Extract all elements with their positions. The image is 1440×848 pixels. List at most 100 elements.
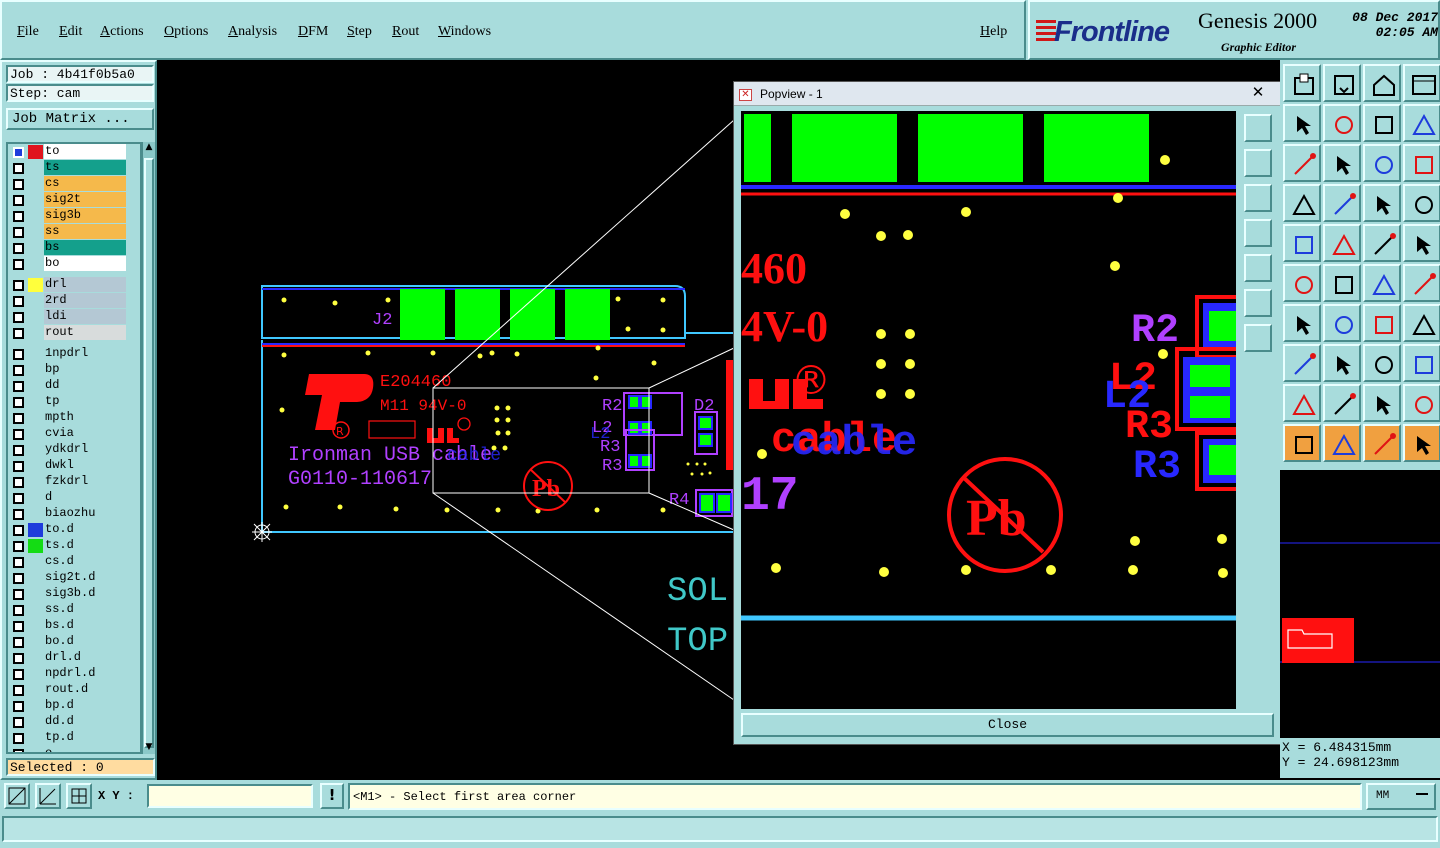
menu-windows[interactable]: Windows bbox=[438, 24, 491, 40]
scroll-up-icon[interactable]: ▲ bbox=[144, 142, 154, 154]
swap-icon[interactable] bbox=[1363, 104, 1401, 142]
layer-row[interactable]: bo.d bbox=[8, 634, 140, 650]
layer-name[interactable]: dd bbox=[44, 378, 126, 393]
layer-checkbox[interactable] bbox=[13, 717, 24, 728]
layer-checkbox[interactable] bbox=[13, 429, 24, 440]
layer-checkbox[interactable] bbox=[13, 312, 24, 323]
layer-row[interactable]: ss bbox=[8, 224, 140, 240]
xy-input[interactable] bbox=[147, 784, 313, 808]
layer-row[interactable]: ss.d bbox=[8, 602, 140, 618]
menu-analysis[interactable]: Analysis bbox=[228, 24, 277, 40]
pointer-box-icon[interactable] bbox=[1323, 424, 1361, 462]
layer-name[interactable]: ss bbox=[44, 224, 126, 239]
layer-row[interactable]: dwkl bbox=[8, 458, 140, 474]
layer-checkbox[interactable] bbox=[13, 525, 24, 536]
measure-icon[interactable] bbox=[4, 783, 30, 809]
menu-edit[interactable]: Edit bbox=[59, 24, 82, 40]
help-icon[interactable] bbox=[1403, 144, 1440, 182]
layer-row[interactable]: drl.d bbox=[8, 650, 140, 666]
pan-up-icon[interactable] bbox=[1244, 184, 1272, 212]
layer-name[interactable]: tp.d bbox=[44, 730, 126, 745]
layer-row[interactable]: to.d bbox=[8, 522, 140, 538]
layer-name[interactable]: ss.d bbox=[44, 602, 126, 617]
popview-close-button[interactable]: Close bbox=[741, 713, 1274, 737]
add-point-icon[interactable] bbox=[1403, 264, 1440, 302]
layer-row[interactable]: cs bbox=[8, 176, 140, 192]
layer-checkbox[interactable] bbox=[13, 573, 24, 584]
layer-checkbox[interactable] bbox=[13, 461, 24, 472]
node-icon[interactable] bbox=[1283, 264, 1321, 302]
menu-file[interactable]: File bbox=[17, 24, 39, 40]
layer-checkbox[interactable] bbox=[13, 557, 24, 568]
layer-checkbox[interactable] bbox=[13, 749, 24, 752]
layer-row[interactable]: ts bbox=[8, 160, 140, 176]
menu-dfm[interactable]: DFM bbox=[298, 24, 328, 40]
layer-checkbox[interactable] bbox=[13, 195, 24, 206]
text-icon[interactable] bbox=[1403, 304, 1440, 342]
layer-name[interactable]: fzkdrl bbox=[44, 474, 126, 489]
popview-canvas[interactable]: 460 4V-0 ® cable cable 17 R2 L2 L2 R3 R3 bbox=[741, 111, 1236, 709]
layer-row[interactable]: dd bbox=[8, 378, 140, 394]
menu-step[interactable]: Step bbox=[347, 24, 372, 40]
zoom-out-icon[interactable] bbox=[1244, 149, 1272, 177]
layer-row[interactable]: sig2t bbox=[8, 192, 140, 208]
save-icon[interactable] bbox=[1323, 64, 1361, 102]
layer-checkbox[interactable] bbox=[13, 493, 24, 504]
layer-checkbox[interactable] bbox=[13, 296, 24, 307]
layer-row[interactable]: cvia bbox=[8, 426, 140, 442]
layer-name[interactable]: bp.d bbox=[44, 698, 126, 713]
layer-row[interactable]: sig3b.d bbox=[8, 586, 140, 602]
layer-name[interactable]: bo.d bbox=[44, 634, 126, 649]
layer-row[interactable]: 2rd bbox=[8, 293, 140, 309]
layer-name[interactable]: sig2t.d bbox=[44, 570, 126, 585]
menu-actions[interactable]: Actions bbox=[100, 24, 144, 40]
layer-row[interactable]: biaozhu bbox=[8, 506, 140, 522]
layer-name[interactable]: dd.d bbox=[44, 714, 126, 729]
menu-options[interactable]: Options bbox=[164, 24, 208, 40]
triangle-icon[interactable] bbox=[1323, 384, 1361, 422]
triangle-outline-icon[interactable] bbox=[1403, 384, 1440, 422]
ruler-icon[interactable] bbox=[1363, 224, 1401, 262]
layer-name[interactable]: sig3b bbox=[44, 208, 126, 223]
alert-button[interactable]: ! bbox=[320, 783, 344, 809]
pad-icon[interactable] bbox=[1283, 224, 1321, 262]
popview-titlebar[interactable]: ✕ Popview - 1 ✕ bbox=[734, 82, 1281, 106]
center-view-icon[interactable] bbox=[1244, 324, 1272, 352]
layer-row[interactable]: bs.d bbox=[8, 618, 140, 634]
units-select[interactable]: MM bbox=[1366, 783, 1436, 810]
align-icon[interactable] bbox=[1403, 104, 1440, 142]
layer-checkbox[interactable] bbox=[13, 733, 24, 744]
layer-row[interactable]: ydkdrl bbox=[8, 442, 140, 458]
layer-name[interactable]: bo bbox=[44, 256, 126, 271]
job-matrix-button[interactable]: Job Matrix ... bbox=[6, 108, 154, 130]
zoom-in-icon[interactable] bbox=[1244, 114, 1272, 142]
layer-row[interactable]: npdrl.d bbox=[8, 666, 140, 682]
pan-left-icon[interactable] bbox=[1244, 219, 1272, 247]
layer-checkbox[interactable] bbox=[13, 163, 24, 174]
scroll-down-icon[interactable]: ▼ bbox=[144, 742, 154, 754]
layer-checkbox[interactable] bbox=[13, 541, 24, 552]
stretch-icon[interactable] bbox=[1363, 344, 1401, 382]
layer-row[interactable]: mpth bbox=[8, 410, 140, 426]
minus-icon[interactable] bbox=[1323, 344, 1361, 382]
zoom-fit-icon[interactable] bbox=[1283, 144, 1321, 182]
layer-name[interactable]: cvia bbox=[44, 426, 126, 441]
layer-name[interactable]: mpth bbox=[44, 410, 126, 425]
layer-row[interactable]: sig3b bbox=[8, 208, 140, 224]
layer-row[interactable]: tp bbox=[8, 394, 140, 410]
layer-name[interactable]: 2rd bbox=[44, 293, 126, 308]
layer-name[interactable]: drl bbox=[44, 277, 126, 292]
layer-name[interactable]: bp bbox=[44, 362, 126, 377]
layer-checkbox[interactable] bbox=[13, 685, 24, 696]
arc-icon[interactable] bbox=[1363, 304, 1401, 342]
layer-name[interactable]: sig3b.d bbox=[44, 586, 126, 601]
layer-name[interactable]: ldi bbox=[44, 309, 126, 324]
select-point-icon[interactable] bbox=[1283, 344, 1321, 382]
layer-checkbox[interactable] bbox=[13, 227, 24, 238]
layers-black-icon[interactable] bbox=[1403, 184, 1440, 222]
pan-right-icon[interactable] bbox=[1244, 254, 1272, 282]
cross-icon[interactable] bbox=[1323, 264, 1361, 302]
layer-row[interactable]: dd.d bbox=[8, 714, 140, 730]
layer-name[interactable]: cs bbox=[44, 176, 126, 191]
layer-checkbox[interactable] bbox=[13, 637, 24, 648]
